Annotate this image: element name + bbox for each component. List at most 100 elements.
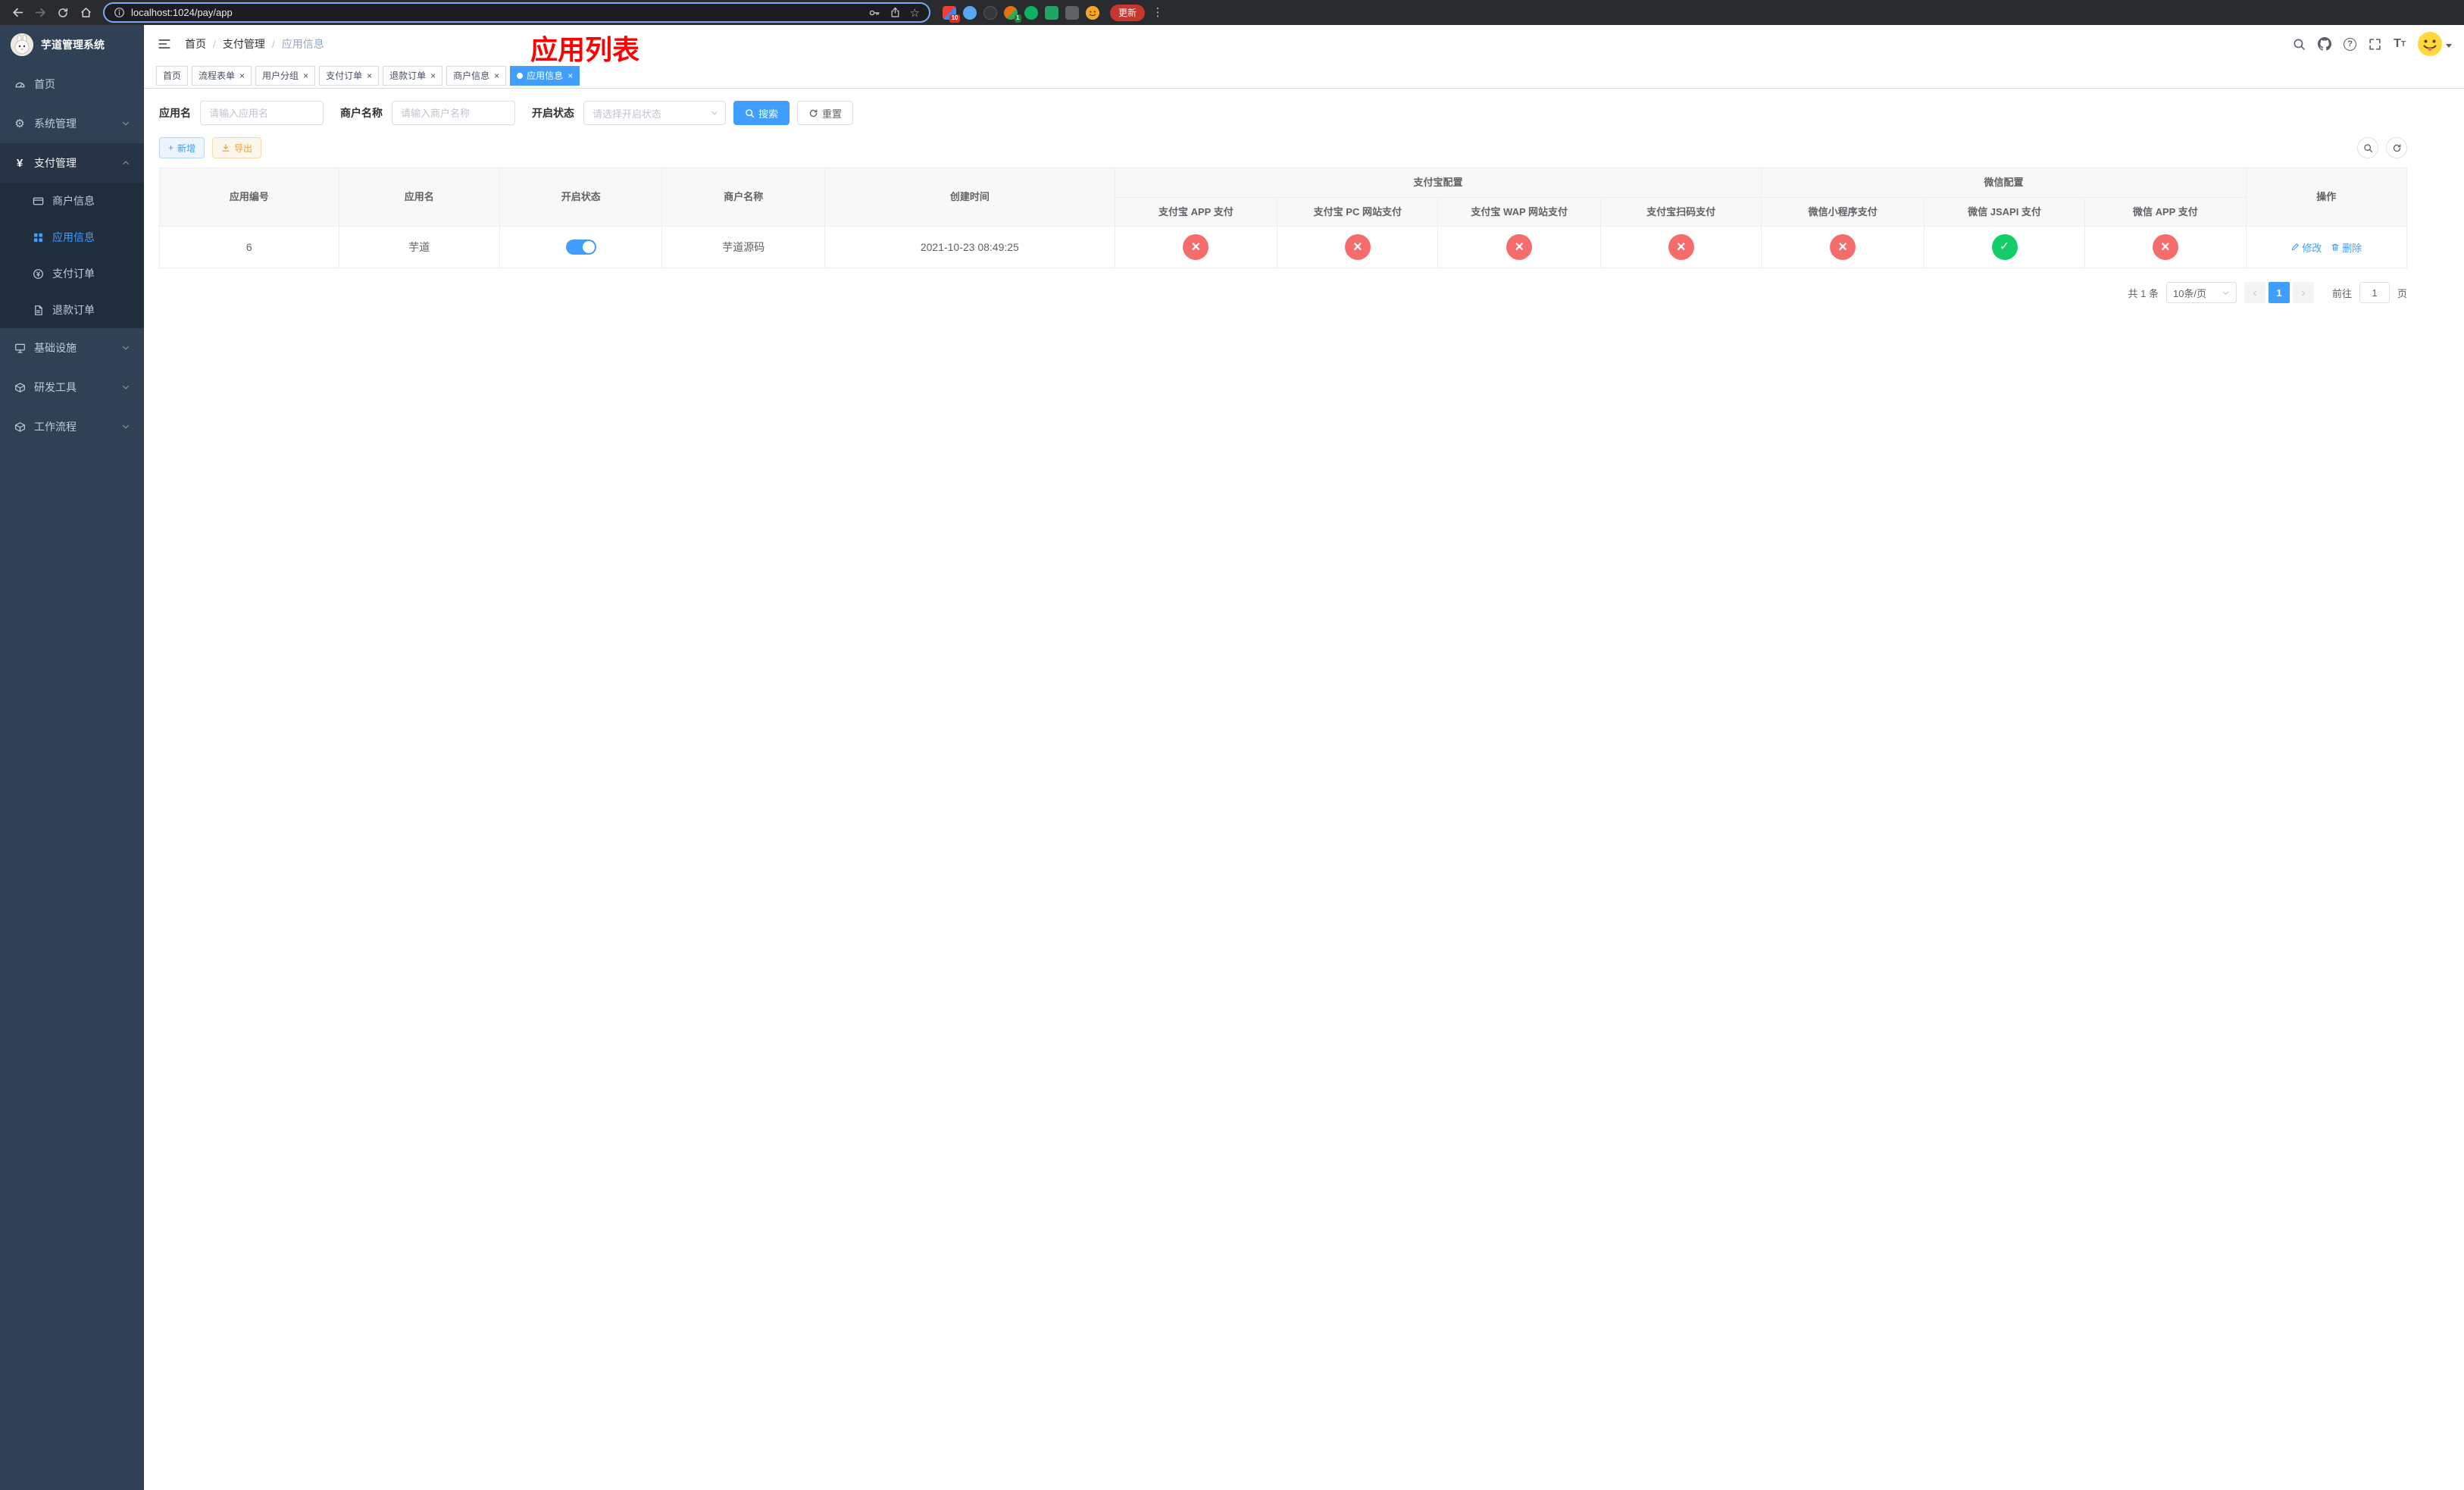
search-button[interactable]: 搜索 bbox=[733, 101, 790, 125]
close-icon[interactable]: × bbox=[303, 71, 308, 80]
sidebar-item-label: 应用信息 bbox=[52, 231, 95, 243]
current-page-button[interactable]: 1 bbox=[2268, 282, 2290, 303]
total-count: 共 1 条 bbox=[2128, 287, 2159, 299]
sidebar-item-label: 支付管理 bbox=[34, 157, 77, 169]
extension-icon-2[interactable] bbox=[963, 5, 977, 20]
sidebar-item-app-info[interactable]: 应用信息 bbox=[0, 219, 144, 255]
breadcrumb-separator: / bbox=[213, 38, 216, 50]
app-logo[interactable]: 芋道管理系统 bbox=[0, 25, 144, 64]
browser-home-button[interactable] bbox=[76, 3, 95, 23]
extension-icon-3[interactable] bbox=[983, 5, 997, 20]
extension-icon-5[interactable] bbox=[1024, 5, 1038, 20]
tab-refund-orders[interactable]: 退款订单 × bbox=[383, 65, 443, 86]
toggle-search-button[interactable] bbox=[2357, 137, 2378, 158]
pagination: 共 1 条 10条/页 ‹ 1 › 前往 页 bbox=[159, 282, 2407, 303]
filter-form: 应用名 商户名称 开启状态 请选择开启状态 搜索 重置 bbox=[159, 101, 2407, 125]
extension-icon-7[interactable] bbox=[1065, 5, 1079, 20]
fullscreen-icon[interactable] bbox=[2369, 38, 2381, 51]
tab-home[interactable]: 首页 bbox=[156, 65, 189, 86]
delete-link[interactable]: 删除 bbox=[2331, 240, 2362, 255]
password-key-icon[interactable] bbox=[868, 7, 880, 19]
user-avatar[interactable] bbox=[2418, 32, 2442, 56]
extension-icon-4[interactable]: 1 bbox=[1004, 5, 1021, 23]
status-select[interactable]: 请选择开启状态 bbox=[583, 101, 726, 125]
sidebar-item-system[interactable]: 系统管理 bbox=[0, 104, 144, 143]
sidebar-item-infrastructure[interactable]: 基础设施 bbox=[0, 328, 144, 368]
app-title: 芋道管理系统 bbox=[41, 39, 105, 51]
sidebar-item-home[interactable]: 首页 bbox=[0, 64, 144, 104]
tab-process-form[interactable]: 流程表单 × bbox=[192, 65, 252, 86]
page-suffix: 页 bbox=[2397, 287, 2407, 299]
page-content: 应用名 商户名称 开启状态 请选择开启状态 搜索 重置 bbox=[144, 89, 2464, 1490]
tab-pay-orders[interactable]: 支付订单 × bbox=[319, 65, 380, 86]
tab-merchant-info[interactable]: 商户信息 × bbox=[446, 65, 507, 86]
font-size-icon[interactable] bbox=[2394, 37, 2406, 51]
github-icon[interactable] bbox=[2318, 37, 2332, 51]
refresh-icon bbox=[809, 108, 818, 117]
address-bar[interactable]: localhost:1024/pay/app bbox=[103, 2, 930, 23]
refresh-table-button[interactable] bbox=[2386, 137, 2407, 158]
trash-icon bbox=[2331, 243, 2339, 251]
close-icon[interactable]: × bbox=[568, 71, 573, 80]
bookmark-star-icon[interactable] bbox=[910, 6, 920, 20]
sidebar-item-dev-tools[interactable]: 研发工具 bbox=[0, 368, 144, 407]
chevron-down-icon bbox=[711, 111, 718, 115]
breadcrumb-payment[interactable]: 支付管理 bbox=[223, 36, 265, 52]
sidebar: 芋道管理系统 首页 系统管理 支付管理 bbox=[0, 25, 144, 1490]
edit-link[interactable]: 修改 bbox=[2290, 240, 2322, 255]
col-alipay-wap: 支付宝 WAP 网站支付 bbox=[1437, 196, 1601, 227]
col-actions: 操作 bbox=[2245, 167, 2408, 227]
browser-update-button[interactable]: 更新 bbox=[1110, 4, 1146, 21]
gear-icon bbox=[14, 118, 26, 130]
merchant-name-input[interactable] bbox=[392, 101, 515, 125]
prev-page-button[interactable]: ‹ bbox=[2244, 282, 2265, 303]
user-menu[interactable] bbox=[2418, 32, 2452, 56]
sidebar-item-workflow[interactable]: 工作流程 bbox=[0, 407, 144, 446]
app-name-input[interactable] bbox=[200, 101, 324, 125]
goto-label: 前往 bbox=[2331, 287, 2352, 299]
close-icon[interactable]: × bbox=[430, 71, 436, 80]
monitor-icon bbox=[14, 343, 26, 354]
sidebar-item-merchant-info[interactable]: 商户信息 bbox=[0, 183, 144, 219]
col-alipay-qr: 支付宝扫码支付 bbox=[1599, 196, 1762, 227]
browser-forward-button[interactable] bbox=[30, 3, 50, 23]
enabled-toggle[interactable] bbox=[565, 239, 596, 255]
group-alipay: 支付宝配置 bbox=[1114, 167, 1762, 198]
reset-button[interactable]: 重置 bbox=[797, 101, 854, 125]
col-merchant: 商户名称 bbox=[661, 167, 826, 227]
browser-back-button[interactable] bbox=[8, 3, 27, 23]
add-button[interactable]: + 新增 bbox=[159, 137, 205, 158]
export-button[interactable]: 导出 bbox=[212, 137, 262, 158]
chevron-down-icon bbox=[123, 346, 129, 350]
close-icon[interactable]: × bbox=[367, 71, 372, 80]
site-info-icon[interactable] bbox=[114, 7, 125, 18]
sidebar-item-refund-orders[interactable]: 退款订单 bbox=[0, 292, 144, 328]
next-page-button[interactable]: › bbox=[2292, 282, 2314, 303]
grid-icon bbox=[32, 232, 44, 243]
search-icon[interactable] bbox=[2293, 38, 2306, 51]
alipay-wap-status-icon bbox=[1506, 234, 1533, 260]
extension-icon-1[interactable]: 10 bbox=[943, 5, 960, 23]
payment-submenu: 商户信息 应用信息 支付订单 退款订单 bbox=[0, 183, 144, 328]
tab-user-group[interactable]: 用户分组 × bbox=[255, 65, 316, 86]
browser-menu-icon[interactable] bbox=[1151, 5, 1165, 20]
help-icon[interactable] bbox=[2344, 37, 2357, 51]
extension-icon-6[interactable] bbox=[1045, 5, 1058, 20]
goto-page-input[interactable] bbox=[2359, 282, 2390, 303]
sidebar-item-pay-orders[interactable]: 支付订单 bbox=[0, 255, 144, 292]
navbar-actions bbox=[2293, 32, 2452, 56]
browser-profile-avatar[interactable] bbox=[1086, 5, 1099, 20]
breadcrumb-home[interactable]: 首页 bbox=[185, 36, 206, 52]
sidebar-item-label: 基础设施 bbox=[34, 342, 77, 354]
hamburger-icon[interactable] bbox=[156, 36, 173, 52]
browser-reload-button[interactable] bbox=[53, 3, 73, 23]
close-icon[interactable]: × bbox=[239, 71, 245, 80]
browser-extensions: 10 1 bbox=[943, 5, 1099, 23]
share-icon[interactable] bbox=[890, 7, 901, 18]
chevron-down-icon bbox=[123, 424, 129, 429]
sidebar-item-payment[interactable]: 支付管理 bbox=[0, 143, 144, 183]
tab-app-info[interactable]: 应用信息 × bbox=[510, 65, 580, 86]
wx-mini-status-icon bbox=[1830, 234, 1856, 260]
page-size-select[interactable]: 10条/页 bbox=[2165, 282, 2237, 303]
close-icon[interactable]: × bbox=[494, 71, 499, 80]
